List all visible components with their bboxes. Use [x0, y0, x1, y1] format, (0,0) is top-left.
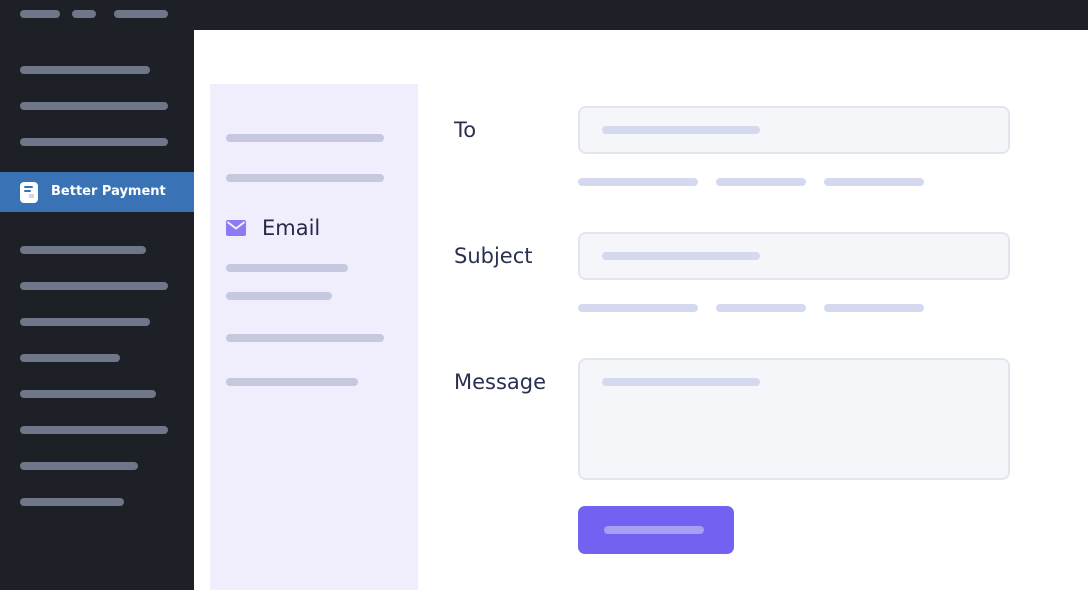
sidebar-item[interactable]	[20, 246, 146, 254]
sidebar-item[interactable]	[20, 462, 138, 470]
sidebar-item[interactable]	[20, 354, 120, 362]
better-payment-logo-icon	[20, 182, 38, 203]
subject-input[interactable]	[578, 232, 1010, 280]
subnav-item[interactable]	[226, 378, 358, 386]
to-input-placeholder	[602, 126, 760, 134]
subnav-subitem[interactable]	[226, 292, 332, 300]
send-button[interactable]	[578, 506, 734, 554]
sidebar-item[interactable]	[20, 102, 168, 110]
to-hint	[824, 178, 924, 186]
sidebar-item[interactable]	[20, 426, 168, 434]
subject-hint	[716, 304, 806, 312]
subject-hint	[824, 304, 924, 312]
sidebar-item[interactable]	[20, 138, 168, 146]
to-hint	[716, 178, 806, 186]
sidebar-item-better-payment[interactable]: Better Payment	[0, 172, 194, 212]
sidebar-item[interactable]	[20, 390, 156, 398]
to-input[interactable]	[578, 106, 1010, 154]
sidebar-item-label: Better Payment	[51, 184, 166, 199]
top-bar-item[interactable]	[20, 10, 60, 18]
top-bar	[0, 0, 1088, 30]
envelope-icon	[226, 220, 246, 236]
sidebar-item[interactable]	[20, 66, 150, 74]
subject-hint	[578, 304, 698, 312]
sidebar-item[interactable]	[20, 498, 124, 506]
subnav-subitem[interactable]	[226, 264, 348, 272]
message-textarea-placeholder	[602, 378, 760, 386]
subject-input-placeholder	[602, 252, 760, 260]
send-button-label-placeholder	[604, 526, 704, 534]
message-label: Message	[454, 370, 547, 394]
sidebar-item[interactable]	[20, 318, 150, 326]
message-textarea[interactable]	[578, 358, 1010, 480]
subnav-item[interactable]	[226, 134, 384, 142]
top-bar-item[interactable]	[114, 10, 168, 18]
top-bar-item[interactable]	[72, 10, 96, 18]
to-label: To	[454, 118, 477, 142]
subnav-item[interactable]	[226, 334, 384, 342]
subnav-item-label: Email	[262, 216, 321, 240]
subnav-item[interactable]	[226, 174, 384, 182]
to-hint	[578, 178, 698, 186]
sidebar-item[interactable]	[20, 282, 168, 290]
subject-label: Subject	[454, 244, 533, 268]
sidebar	[0, 30, 194, 590]
